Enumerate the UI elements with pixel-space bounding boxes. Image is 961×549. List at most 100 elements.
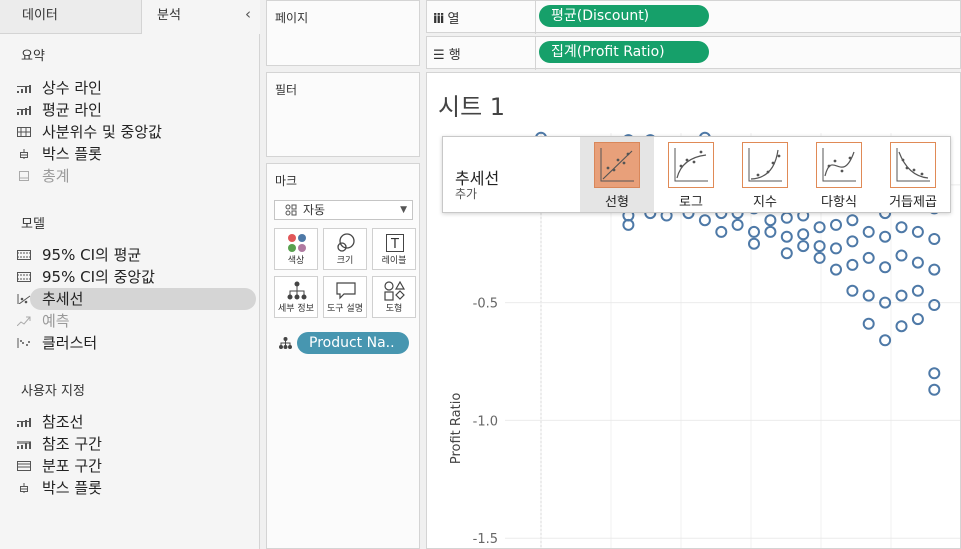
scatter-point[interactable] xyxy=(879,261,892,274)
scatter-point[interactable] xyxy=(813,240,826,253)
scatter-point[interactable] xyxy=(780,230,793,243)
marks-card-title: 마크 xyxy=(275,174,298,188)
scatter-point[interactable] xyxy=(895,320,908,333)
scatter-point[interactable] xyxy=(830,263,842,276)
scatter-point[interactable] xyxy=(879,334,892,347)
scatter-point[interactable] xyxy=(813,251,826,264)
scatter-point[interactable] xyxy=(911,284,924,297)
trend-option-label: 다항식 xyxy=(821,195,857,210)
detail-button[interactable]: 세부 정보 xyxy=(274,276,318,318)
scatter-point[interactable] xyxy=(862,289,875,302)
avg-discount-pill[interactable]: 평균(Discount) xyxy=(539,5,709,27)
exponential-trend-icon xyxy=(748,148,782,182)
summary-item-median-quartiles[interactable]: 사분위수 및 중앙값 xyxy=(14,121,256,143)
trend-option-exponential[interactable]: 지수 xyxy=(728,137,802,212)
scatter-point[interactable] xyxy=(895,289,908,302)
agg-profit-ratio-pill[interactable]: 집계(Profit Ratio) xyxy=(539,41,709,63)
scatter-point[interactable] xyxy=(830,242,842,255)
model-item-average-ci[interactable]: 95% CI의 평균 xyxy=(14,244,256,266)
scatter-point[interactable] xyxy=(928,299,941,311)
shelf-divider xyxy=(535,37,536,70)
rows-shelf[interactable]: ☰ 행 집계(Profit Ratio) xyxy=(426,36,961,70)
columns-shelf[interactable]: iii 열 평균(Discount) xyxy=(426,0,961,34)
custom-item-distribution-band[interactable]: 분포 구간 xyxy=(14,455,256,477)
forecast-icon xyxy=(17,316,31,326)
y-tick-label: -1.0 xyxy=(473,414,498,429)
scatter-point[interactable] xyxy=(911,256,924,269)
average-line-icon xyxy=(17,106,31,115)
color-button[interactable]: 색상 xyxy=(274,228,318,270)
scatter-point[interactable] xyxy=(911,313,924,326)
scatter-point[interactable] xyxy=(698,214,711,227)
custom-item-label: 분포 구간 xyxy=(42,457,102,475)
scatter-point[interactable] xyxy=(764,214,777,227)
trend-option-polynomial[interactable]: 다항식 xyxy=(802,137,876,212)
scatter-point[interactable] xyxy=(928,263,941,276)
custom-item-box-plot[interactable]: 박스 플롯 xyxy=(14,477,256,499)
model-item-trend-line[interactable]: 추세선 xyxy=(17,288,256,310)
model-item-label: 95% CI의 중앙값 xyxy=(42,268,155,286)
scatter-point[interactable] xyxy=(731,218,744,231)
summary-item-constant-line[interactable]: 상수 라인 xyxy=(14,77,256,99)
scatter-point[interactable] xyxy=(895,249,908,262)
scatter-point[interactable] xyxy=(797,228,810,241)
summary-item-average-line[interactable]: 평균 라인 xyxy=(14,99,256,121)
filters-card[interactable]: 필터 xyxy=(266,72,420,157)
scatter-point[interactable] xyxy=(780,247,793,260)
pages-card-title: 페이지 xyxy=(275,11,309,25)
scatter-point[interactable] xyxy=(862,317,875,330)
median-ci-icon xyxy=(17,272,31,282)
trend-option-label: 거듭제곱 xyxy=(889,195,937,210)
custom-item-reference-band[interactable]: 참조 구간 xyxy=(14,433,256,455)
tab-data[interactable]: 데이터 xyxy=(0,0,142,34)
columns-shelf-label: iii 열 xyxy=(433,12,460,27)
shape-button[interactable]: 도형 xyxy=(372,276,416,318)
box-plot-icon xyxy=(20,483,28,493)
pages-card[interactable]: 페이지 xyxy=(266,0,420,66)
scatter-point[interactable] xyxy=(813,221,826,234)
size-button[interactable]: 크기 xyxy=(323,228,367,270)
model-item-cluster[interactable]: 클러스터 xyxy=(14,332,256,354)
collapse-pane-icon[interactable]: ‹ xyxy=(240,5,256,25)
label-button[interactable]: T 레이블 xyxy=(372,228,416,270)
mark-type-dropdown[interactable]: 자동 ▼ xyxy=(274,200,413,220)
rows-icon: ☰ xyxy=(433,48,445,63)
tooltip-button[interactable]: 도구 설명 xyxy=(323,276,367,318)
shelf-divider xyxy=(535,1,536,34)
custom-item-reference-line[interactable]: 참조선 xyxy=(14,411,256,433)
scatter-point[interactable] xyxy=(846,235,859,248)
log-trend-icon xyxy=(674,148,708,182)
svg-text:T: T xyxy=(390,237,399,252)
model-item-median-ci[interactable]: 95% CI의 중앙값 xyxy=(14,266,256,288)
summary-item-box-plot[interactable]: 박스 플롯 xyxy=(14,143,256,165)
scatter-point[interactable] xyxy=(928,367,941,380)
scatter-point[interactable] xyxy=(911,225,924,238)
product-name-pill[interactable]: Product Na.. xyxy=(297,332,409,354)
scatter-point[interactable] xyxy=(928,383,941,396)
trend-line-icon xyxy=(17,294,31,304)
scatter-point[interactable] xyxy=(797,240,810,253)
trend-option-log[interactable]: 로그 xyxy=(654,137,728,212)
summary-item-label: 사분위수 및 중앙값 xyxy=(42,123,162,141)
scatter-point[interactable] xyxy=(780,211,793,224)
scatter-point[interactable] xyxy=(879,230,892,243)
trend-option-power[interactable]: 거듭제곱 xyxy=(876,137,950,212)
scatter-point[interactable] xyxy=(846,284,859,297)
scatter-point[interactable] xyxy=(928,233,941,245)
scatter-point[interactable] xyxy=(846,258,859,271)
scatter-point[interactable] xyxy=(895,221,908,234)
scatter-point[interactable] xyxy=(862,251,875,264)
custom-section-title: 사용자 지정 xyxy=(21,384,85,399)
color-button-label: 색상 xyxy=(287,256,305,266)
scatter-point[interactable] xyxy=(862,225,875,238)
shape-icon xyxy=(384,281,406,301)
summary-item-label: 평균 라인 xyxy=(42,101,102,119)
trend-option-linear[interactable]: 선형 xyxy=(580,137,654,212)
scatter-point[interactable] xyxy=(715,225,728,238)
distribution-band-icon xyxy=(17,461,31,471)
scatter-point[interactable] xyxy=(830,218,842,231)
totals-icon xyxy=(19,171,29,181)
scatter-point[interactable] xyxy=(846,214,859,227)
scatter-point[interactable] xyxy=(764,225,777,238)
reference-band-icon xyxy=(17,441,31,449)
